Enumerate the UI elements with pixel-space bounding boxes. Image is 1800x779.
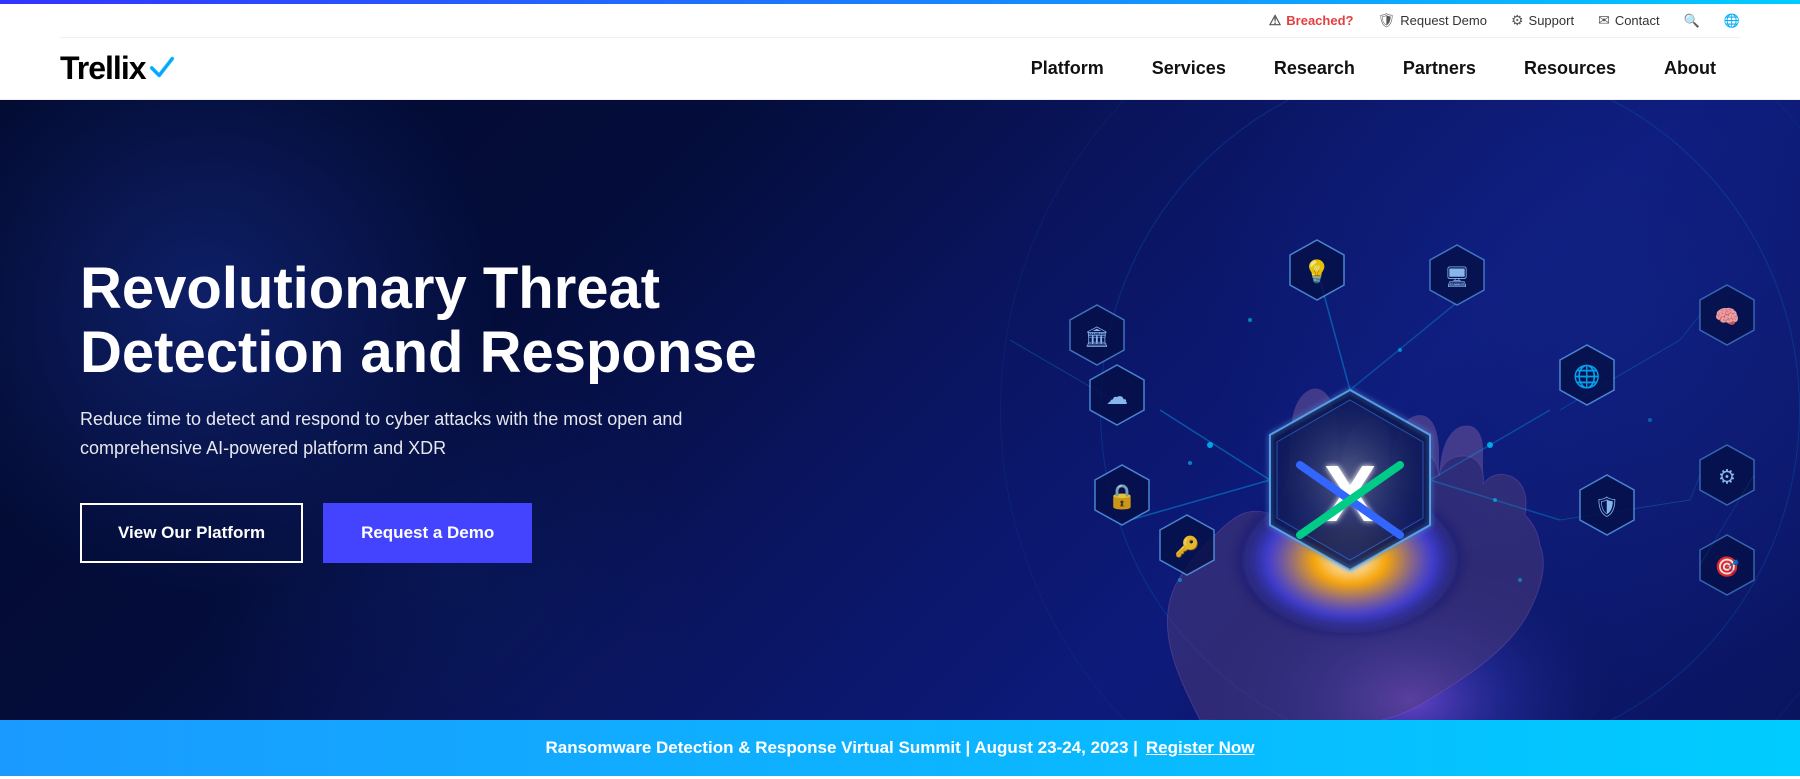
hex-x-logo: X: [1323, 449, 1376, 538]
mail-icon: ✉: [1598, 12, 1610, 29]
nav-menu: Platform Services Research Partners Reso…: [1007, 48, 1740, 89]
node-gear-hex: [1700, 445, 1754, 505]
node-search-hex: [1160, 515, 1214, 575]
conn-2: [1130, 480, 1270, 520]
nav-item-services[interactable]: Services: [1128, 48, 1250, 89]
palm-glow: [1230, 480, 1470, 640]
header-utility-bar: ⚠ Breached? 🛡 Request Demo ⚙ Support ✉ C…: [60, 4, 1740, 38]
node-bulb-hex: [1290, 240, 1344, 300]
main-hexagon-inner: [1277, 400, 1423, 560]
node-building-icon: 🏛: [1084, 325, 1109, 348]
breached-label: Breached?: [1286, 13, 1353, 28]
dot-4: [1493, 498, 1497, 502]
logo[interactable]: Trellix: [60, 50, 176, 87]
conn-12: [1700, 475, 1754, 565]
nav-item-platform[interactable]: Platform: [1007, 48, 1128, 89]
node-shield-icon: 🛡: [1594, 496, 1619, 518]
node-shield-hex: [1580, 475, 1634, 535]
hero-content: Revolutionary Threat Detection and Respo…: [0, 257, 780, 562]
hero-subtitle: Reduce time to detect and respond to cyb…: [80, 405, 720, 463]
hand-glow-bg: [1050, 400, 1650, 720]
nav-item-resources[interactable]: Resources: [1500, 48, 1640, 89]
support-link[interactable]: ⚙ Support: [1511, 12, 1574, 29]
conn-1: [1160, 410, 1270, 480]
contact-link[interactable]: ✉ Contact: [1598, 12, 1660, 29]
node-brain-icon: 🧠: [1715, 306, 1740, 328]
node-monitor-icon: 🖥: [1444, 266, 1469, 288]
node-globe-hex: [1560, 345, 1614, 405]
main-hexagon: [1270, 390, 1430, 570]
nav-item-about[interactable]: About: [1640, 48, 1740, 89]
dot-1: [1207, 442, 1213, 448]
node-search-icon: 🔑: [1175, 534, 1200, 558]
conn-11: [1690, 475, 1700, 500]
conn-5: [1320, 280, 1350, 390]
node-target-hex: [1700, 535, 1754, 595]
hero-section: X 🔒 ☁: [0, 100, 1800, 720]
request-demo-button[interactable]: Request a Demo: [323, 503, 532, 563]
conn-10: [1680, 315, 1700, 340]
conn-6: [1350, 300, 1460, 390]
dot-2: [1188, 461, 1192, 465]
node-brain-hex: [1700, 285, 1754, 345]
dot-3: [1487, 442, 1493, 448]
contact-label: Contact: [1615, 13, 1660, 28]
conn-4: [1430, 480, 1560, 520]
node-cloud-icon: ☁: [1106, 384, 1128, 409]
node-monitor-hex: [1430, 245, 1484, 305]
search-icon[interactable]: 🔍: [1684, 13, 1700, 29]
node-gear-icon: ⚙: [1718, 466, 1736, 488]
banner-text: Ransomware Detection & Response Virtual …: [545, 738, 1137, 758]
shield-icon: 🛡: [1377, 12, 1395, 29]
finger-3: [1390, 415, 1439, 476]
particle-5: [1648, 418, 1652, 422]
conn-3: [1430, 410, 1550, 480]
breached-link[interactable]: ⚠ Breached?: [1269, 12, 1354, 29]
conn-8: [1560, 500, 1690, 520]
hero-visual: X 🔒 ☁: [700, 100, 1800, 720]
conn-9: [1010, 340, 1130, 410]
particle-3: [1178, 578, 1182, 582]
x-stripe-2: [1300, 465, 1400, 535]
bottom-banner: Ransomware Detection & Response Virtual …: [0, 720, 1800, 776]
globe-icon[interactable]: 🌐: [1724, 13, 1740, 29]
logo-icon: [148, 53, 176, 81]
main-nav: Trellix Platform Services Research Partn…: [60, 38, 1740, 99]
particle-1: [1248, 318, 1252, 322]
hero-buttons: View Our Platform Request a Demo: [80, 503, 780, 563]
node-globe-icon: 🌐: [1573, 364, 1600, 389]
header: ⚠ Breached? 🛡 Request Demo ⚙ Support ✉ C…: [0, 4, 1800, 100]
finger-4: [1439, 426, 1483, 485]
node-lock-icon: 🔒: [1107, 483, 1137, 510]
node-lock-hex: [1095, 465, 1149, 525]
particle-4: [1518, 578, 1522, 582]
particle-2: [1398, 348, 1402, 352]
warning-icon: ⚠: [1269, 12, 1282, 29]
hand-shape: [1167, 450, 1543, 720]
nav-item-partners[interactable]: Partners: [1379, 48, 1500, 89]
gear-icon: ⚙: [1511, 12, 1524, 29]
node-cloud-hex: [1090, 365, 1144, 425]
node-bulb-icon: 💡: [1303, 259, 1330, 284]
connections-svg: X 🔒 ☁: [700, 100, 1800, 720]
node-building-hex: [1070, 305, 1124, 365]
support-label: Support: [1529, 13, 1575, 28]
hero-title: Revolutionary Threat Detection and Respo…: [80, 257, 780, 385]
register-now-link[interactable]: Register Now: [1146, 738, 1255, 758]
node-target-icon: 🎯: [1715, 555, 1740, 578]
finger-1: [1289, 389, 1337, 490]
finger-2: [1337, 417, 1390, 490]
x-stripe-1: [1300, 465, 1400, 535]
request-demo-label: Request Demo: [1400, 13, 1487, 28]
logo-text: Trellix: [60, 50, 146, 87]
view-platform-button[interactable]: View Our Platform: [80, 503, 303, 563]
nav-item-research[interactable]: Research: [1250, 48, 1379, 89]
request-demo-link[interactable]: 🛡 Request Demo: [1377, 12, 1487, 29]
conn-7: [1560, 340, 1680, 410]
